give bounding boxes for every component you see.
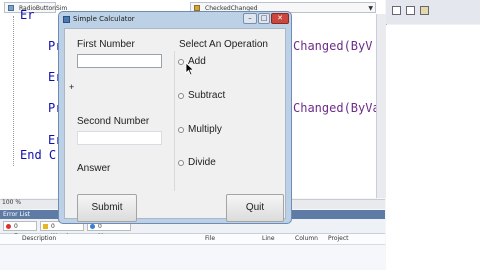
info-icon — [90, 224, 95, 229]
properties-toolbar — [386, 0, 480, 24]
multiply-radio-label[interactable]: Multiply — [188, 124, 222, 135]
first-number-label: First Number — [77, 39, 135, 50]
group-divider — [174, 51, 176, 191]
app-icon — [63, 16, 70, 23]
error-list-columns: Description File Line Column Project — [0, 234, 385, 245]
code-line: End C — [20, 148, 57, 162]
code-line: Er — [20, 8, 35, 22]
class-icon — [8, 5, 14, 11]
code-line: Changed(ByV — [293, 39, 373, 53]
operator-symbol-label: + — [69, 82, 75, 92]
close-button[interactable]: ✕ — [271, 13, 289, 24]
editor-vertical-scrollbar[interactable] — [376, 14, 386, 198]
grid-icon[interactable] — [392, 6, 401, 15]
properties-list[interactable] — [386, 25, 480, 270]
warning-icon — [43, 224, 48, 229]
maximize-button[interactable]: □ — [258, 13, 270, 24]
divide-radio[interactable] — [178, 160, 184, 166]
zoom-level[interactable]: 100 % — [2, 199, 21, 206]
chevron-down-icon: ▼ — [368, 5, 373, 12]
column-header-line[interactable]: Line — [262, 235, 275, 242]
submit-button[interactable]: Submit — [77, 194, 137, 222]
calculator-form: First Number + Second Number Answer Sele… — [64, 28, 286, 222]
errors-filter-button[interactable]: 0 Errors — [3, 221, 37, 240]
title-bar[interactable]: Simple Calculator – □ ✕ — [59, 12, 291, 27]
operation-group-label: Select An Operation — [179, 39, 268, 50]
code-outline-guide — [13, 16, 15, 166]
code-line: Changed(ByVa — [293, 101, 380, 115]
quit-button[interactable]: Quit — [226, 194, 284, 222]
add-radio[interactable] — [178, 59, 184, 65]
column-header-file[interactable]: File — [205, 235, 215, 242]
column-header-project[interactable]: Project — [328, 235, 349, 242]
column-header-description[interactable]: Description — [22, 235, 56, 242]
events-icon[interactable] — [420, 6, 429, 15]
calculator-window: Simple Calculator – □ ✕ First Number + S… — [58, 11, 292, 224]
answer-label: Answer — [77, 163, 111, 174]
mouse-cursor-icon — [185, 62, 195, 76]
divide-radio-label[interactable]: Divide — [188, 157, 216, 168]
multiply-radio[interactable] — [178, 127, 184, 133]
error-icon — [6, 224, 11, 229]
minimize-button[interactable]: – — [243, 13, 257, 24]
column-header-column[interactable]: Column — [295, 235, 318, 242]
window-title: Simple Calculator — [73, 15, 135, 23]
sort-icon[interactable] — [406, 6, 415, 15]
second-number-label: Second Number — [77, 116, 150, 127]
subtract-radio[interactable] — [178, 93, 184, 99]
subtract-radio-label[interactable]: Subtract — [188, 90, 225, 101]
second-number-input[interactable] — [77, 131, 162, 145]
first-number-input[interactable] — [77, 54, 162, 68]
